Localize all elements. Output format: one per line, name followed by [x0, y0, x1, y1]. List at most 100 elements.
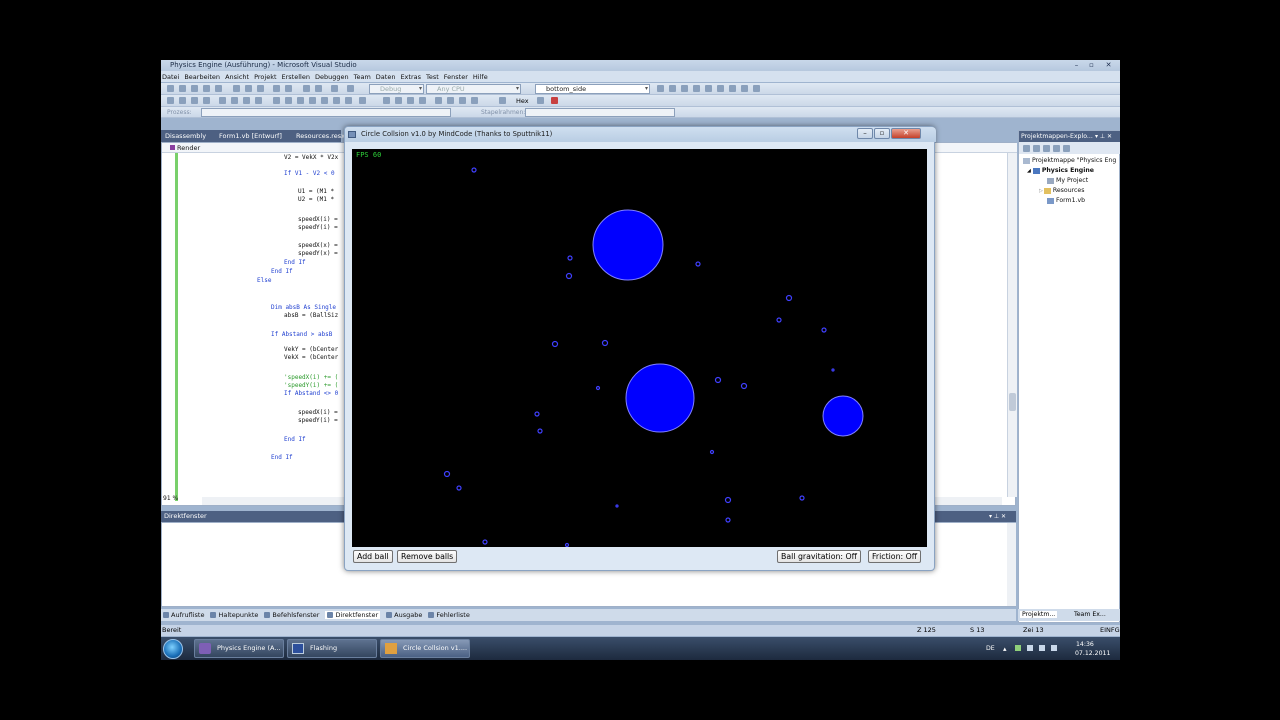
find-in-files-icon[interactable]: [657, 85, 664, 92]
minimize-icon[interactable]: –: [1071, 61, 1082, 70]
properties-icon[interactable]: [681, 85, 688, 92]
code-line[interactable]: 'speedY(i) += (: [284, 382, 338, 389]
zoom-level[interactable]: 91 %: [163, 495, 178, 502]
code-line[interactable]: VekY = (bCenter: [284, 346, 338, 353]
properties-icon[interactable]: [1023, 145, 1030, 152]
tree-project[interactable]: ◢ Physics Engine: [1027, 167, 1094, 174]
show-next-statement-icon[interactable]: [435, 97, 442, 104]
immediate-scrollbar[interactable]: [1007, 523, 1016, 606]
command-window-icon[interactable]: [741, 85, 748, 92]
tab-order-icon[interactable]: [345, 97, 352, 104]
menu-fenster[interactable]: Fenster: [444, 73, 468, 81]
menu-test[interactable]: Test: [426, 73, 439, 81]
tree-resources[interactable]: ▷ Resources: [1039, 187, 1084, 194]
minimize-button[interactable]: –: [857, 128, 873, 139]
align-icon[interactable]: [285, 97, 292, 104]
navigate-back-icon[interactable]: [303, 85, 310, 92]
volume-icon[interactable]: [1051, 645, 1057, 651]
code-line[interactable]: speedY(i) =: [298, 417, 338, 424]
outdent-icon[interactable]: [203, 97, 210, 104]
tree-form1[interactable]: Form1.vb: [1047, 197, 1085, 204]
process-combo[interactable]: [201, 108, 451, 117]
tab-command-window[interactable]: Befehlsfenster: [264, 611, 319, 619]
menu-bearbeiten[interactable]: Bearbeiten: [184, 73, 220, 81]
restart-icon[interactable]: [419, 97, 426, 104]
clock-date[interactable]: 07.12.2011: [1075, 650, 1110, 657]
simulation-canvas[interactable]: FPS 60: [352, 149, 927, 547]
redo-icon[interactable]: [285, 85, 292, 92]
code-line[interactable]: End If: [284, 259, 306, 266]
toolbox-icon[interactable]: [705, 85, 712, 92]
code-line[interactable]: speedX(x) =: [298, 242, 338, 249]
code-line[interactable]: Dim absB As Single: [271, 304, 336, 311]
tree-my-project[interactable]: My Project: [1047, 177, 1088, 184]
maximize-button[interactable]: ▫: [874, 128, 890, 139]
add-item-icon[interactable]: [179, 85, 186, 92]
code-line[interactable]: absB = (BallSiz: [284, 312, 338, 319]
paste-icon[interactable]: [257, 85, 264, 92]
hex-toggle-icon[interactable]: [499, 97, 506, 104]
next-bookmark-icon[interactable]: [243, 97, 250, 104]
navigate-forward-icon[interactable]: [315, 85, 322, 92]
menu-projekt[interactable]: Projekt: [254, 73, 276, 81]
scroll-thumb[interactable]: [1009, 393, 1016, 411]
config-combo[interactable]: Debug ▾: [369, 84, 424, 94]
start-button[interactable]: [163, 639, 183, 659]
display-icon[interactable]: [1039, 645, 1045, 651]
debug-continue-icon[interactable]: [331, 85, 338, 92]
tab-solution-explorer[interactable]: Projektm...: [1020, 611, 1058, 618]
format-icon[interactable]: [273, 97, 280, 104]
grid-icon[interactable]: [359, 97, 366, 104]
code-line[interactable]: End If: [284, 436, 306, 443]
code-line[interactable]: VekX = (bCenter: [284, 354, 338, 361]
maximize-icon[interactable]: ▫: [1086, 61, 1097, 70]
tab-immediate-window[interactable]: Direktfenster: [325, 611, 381, 619]
code-line[interactable]: U1 = (M1 *: [298, 188, 334, 195]
show-all-files-icon[interactable]: [1033, 145, 1040, 152]
find-combo[interactable]: bottom_side ▾: [535, 84, 650, 94]
clock-time[interactable]: 14:36: [1076, 641, 1094, 648]
start-page-icon[interactable]: [717, 85, 724, 92]
menu-extras[interactable]: Extras: [400, 73, 421, 81]
tab-team-explorer[interactable]: Team Ex...: [1074, 611, 1106, 618]
tab-error-list[interactable]: Fehlerliste: [428, 611, 470, 619]
taskbar-circle-collision[interactable]: Circle Collsion v1....: [380, 639, 470, 658]
hex-label[interactable]: Hex: [516, 97, 529, 105]
view-designer-icon[interactable]: [1063, 145, 1070, 152]
tray-arrow-icon[interactable]: ▴: [1003, 645, 1007, 653]
stack-frame-combo[interactable]: [525, 108, 675, 117]
clear-bookmarks-icon[interactable]: [255, 97, 262, 104]
close-icon[interactable]: ✕: [1103, 61, 1114, 70]
add-ball-button[interactable]: Add ball: [353, 550, 393, 563]
tab-form1-designer[interactable]: Form1.vb [Entwurf]: [219, 131, 282, 142]
comment-icon[interactable]: [167, 97, 174, 104]
language-indicator[interactable]: DE: [986, 645, 995, 652]
editor-vertical-scrollbar[interactable]: [1007, 153, 1017, 497]
pause-icon[interactable]: [395, 97, 402, 104]
taskbar-flashing[interactable]: Flashing: [287, 639, 377, 658]
ball-gravitation-toggle[interactable]: Ball gravitation: Off: [777, 550, 862, 563]
cut-icon[interactable]: [233, 85, 240, 92]
physics-title-bar[interactable]: Circle Collsion v1.0 by MindCode (Thanks…: [345, 127, 936, 142]
code-line[interactable]: Else: [257, 277, 271, 284]
break-all-icon[interactable]: [383, 97, 390, 104]
step-out-icon[interactable]: [471, 97, 478, 104]
tree-solution[interactable]: Projektmappe "Physics Eng: [1023, 157, 1116, 164]
platform-combo[interactable]: Any CPU ▾: [426, 84, 521, 94]
undo-icon[interactable]: [273, 85, 280, 92]
stop-debugging-icon[interactable]: [407, 97, 414, 104]
friction-toggle[interactable]: Friction: Off: [868, 550, 922, 563]
step-into-icon[interactable]: [447, 97, 454, 104]
code-line[interactable]: U2 = (M1 *: [298, 196, 334, 203]
tab-disassembly[interactable]: Disassembly: [165, 131, 206, 142]
code-line[interactable]: speedX(i) =: [298, 409, 338, 416]
tab-breakpoints[interactable]: Haltepunkte: [210, 611, 258, 619]
copy-icon[interactable]: [245, 85, 252, 92]
menu-ansicht[interactable]: Ansicht: [225, 73, 249, 81]
uncomment-icon[interactable]: [179, 97, 186, 104]
save-icon[interactable]: [203, 85, 210, 92]
close-button[interactable]: ✕: [891, 128, 921, 139]
debug-windows-icon[interactable]: [551, 97, 558, 104]
code-line[interactable]: speedX(i) =: [298, 216, 338, 223]
prev-bookmark-icon[interactable]: [231, 97, 238, 104]
